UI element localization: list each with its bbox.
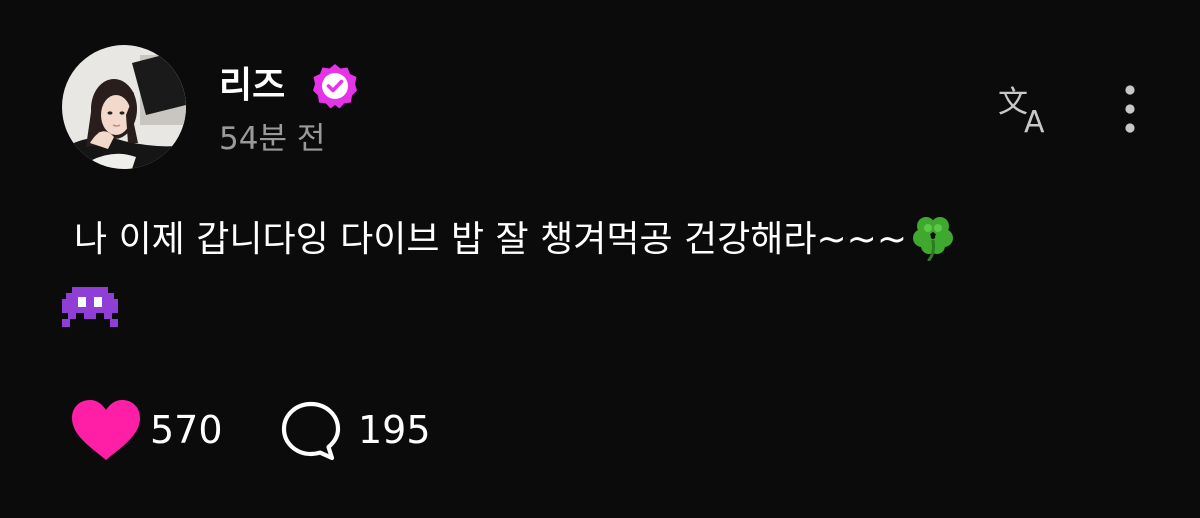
post-body: 나 이제 갑니다잉 다이브 밥 잘 챙겨먹공 건강해라~~~ (74, 211, 1134, 269)
comment-button[interactable]: 195 (280, 398, 450, 464)
profile-photo-icon (62, 45, 186, 169)
author-name[interactable]: 리즈 (219, 62, 285, 110)
verified-badge-icon (313, 64, 357, 109)
comment-count: 195 (358, 408, 431, 452)
alien-monster-icon (62, 287, 118, 327)
like-count: 570 (150, 408, 223, 452)
post-timestamp: 54분 전 (219, 121, 326, 157)
svg-text:A: A (1024, 105, 1045, 138)
comment-icon (281, 401, 341, 461)
translate-icon: 文 A (998, 85, 1045, 140)
four-leaf-clover-icon (913, 217, 953, 261)
more-options-button[interactable] (1110, 82, 1150, 138)
more-vertical-icon (1125, 85, 1135, 133)
like-button[interactable]: 570 (70, 398, 230, 464)
heart-icon (72, 400, 140, 460)
post-card: 리즈 54분 전 文 A 나 이제 갑니다잉 다이브 밥 잘 챙겨먹공 건강해라… (0, 0, 1200, 518)
translate-button[interactable]: 文 A (998, 82, 1062, 140)
author-avatar[interactable] (62, 45, 186, 169)
post-text: 나 이제 갑니다잉 다이브 밥 잘 챙겨먹공 건강해라~~~ (74, 219, 907, 260)
